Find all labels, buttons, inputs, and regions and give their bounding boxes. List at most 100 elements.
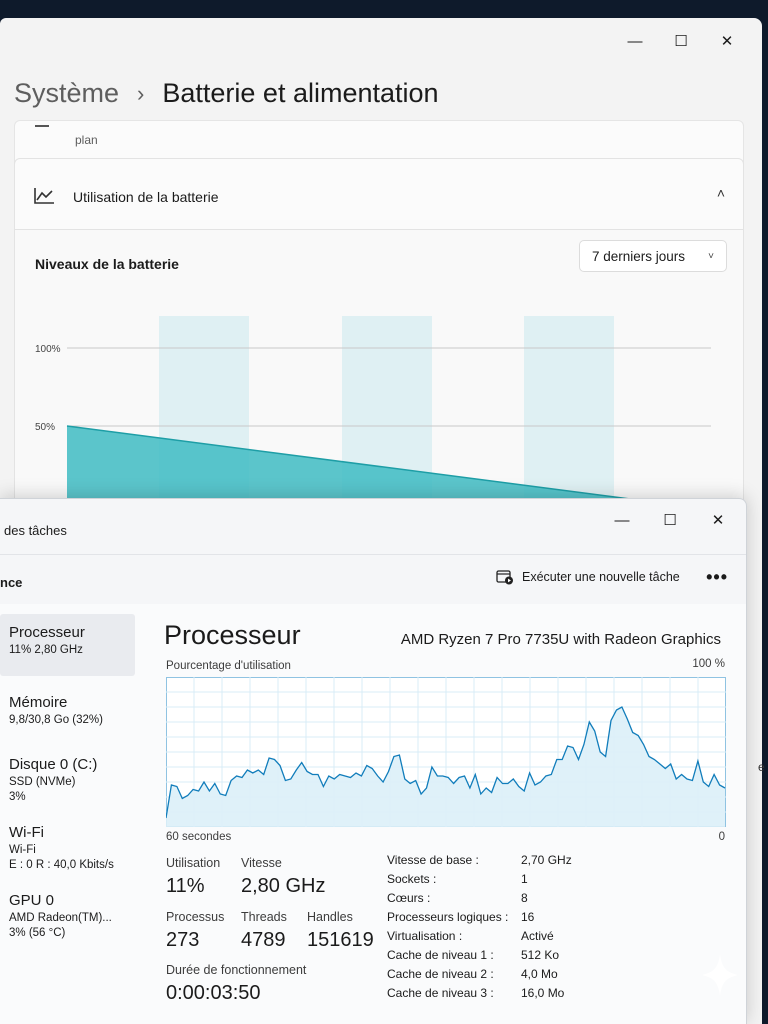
sidebar-item-name: Wi-Fi [9, 824, 44, 841]
sidebar-item-name: GPU 0 [9, 892, 55, 909]
page-label: nce [0, 575, 23, 590]
sidebar-item-disque[interactable]: Disque 0 (C:) SSD (NVMe) 3% [0, 746, 135, 812]
spec-row: Processeurs logiques : 16 [387, 907, 572, 926]
settings-window-controls: — ☐ ✕ [612, 26, 750, 56]
sparkle-icon [702, 954, 738, 996]
stat-value: 0:00:03:50 [166, 982, 261, 1004]
sidebar-item-gpu[interactable]: GPU 0 AMD Radeon(TM)... 3% (56 °C) [0, 882, 135, 948]
task-manager-toolbar: nce Exécuter une nouvelle tâche ••• [0, 554, 746, 604]
stat-label: Durée de fonctionnement [166, 963, 307, 977]
sidebar-item-detail-2: 3% (56 °C) [9, 927, 66, 939]
battery-chart-panel: Niveaux de la batterie 7 derniers jours … [14, 230, 744, 530]
card-icon [35, 121, 49, 127]
sidebar-item-detail: AMD Radeon(TM)... [9, 912, 112, 924]
chevron-up-icon[interactable]: ˄ [717, 185, 725, 201]
run-new-task-button[interactable]: Exécuter une nouvelle tâche [496, 569, 680, 585]
stat-value: 273 [166, 929, 200, 951]
spec-value: 16 [521, 909, 535, 924]
spec-row: Cache de niveau 3 : 16,0 Mo [387, 983, 572, 1002]
y-tick-label: 100% [35, 344, 61, 355]
stat-usage: Utilisation 11% [166, 856, 220, 898]
spec-key: Sockets : [387, 871, 437, 886]
spec-row: Vitesse de base : 2,70 GHz [387, 850, 572, 869]
performance-body: Processeur 11% 2,80 GHz Mémoire 9,8/30,8… [0, 604, 746, 1024]
stat-label: Handles [307, 910, 353, 924]
sidebar-item-detail: SSD (NVMe) [9, 776, 76, 788]
spec-value: 4,0 Mo [521, 966, 558, 981]
more-options-icon[interactable]: ••• [706, 567, 728, 588]
maximize-button[interactable]: ☐ [646, 505, 694, 535]
stat-value: 2,80 GHz [241, 875, 326, 897]
spec-value: 2,70 GHz [521, 852, 572, 867]
spec-value: 16,0 Mo [521, 985, 565, 1000]
stat-speed: Vitesse 2,80 GHz [241, 856, 325, 898]
stat-label: Threads [241, 910, 287, 924]
chart-line-icon [34, 188, 54, 204]
spec-value: 512 Ko [521, 947, 560, 962]
processor-title: Processeur [164, 620, 301, 650]
card-subtext: plan [75, 133, 98, 147]
task-manager-titlebar: des tâches — ☐ ✕ [0, 499, 746, 554]
task-manager-window: des tâches — ☐ ✕ nce Exécuter une nouvel… [0, 498, 747, 1024]
spec-value: 8 [521, 890, 528, 905]
spec-value: Activé [521, 928, 554, 943]
breadcrumb-separator-icon: › [137, 80, 145, 106]
graph-max-label: 100 % [692, 658, 725, 670]
stat-processes: Processus 273 [166, 910, 224, 952]
stat-label: Processus [166, 910, 225, 924]
close-button[interactable]: ✕ [694, 505, 742, 535]
spec-row: Cache de niveau 1 : 512 Ko [387, 945, 572, 964]
sidebar-item-detail-2: 3% [9, 791, 26, 803]
day-bar [524, 316, 614, 504]
battery-usage-title: Utilisation de la batterie [73, 189, 219, 205]
stat-value: 151619 [307, 929, 374, 951]
edge-text: e [758, 760, 765, 774]
processor-panel: Processeur AMD Ryzen 7 Pro 7735U with Ra… [140, 604, 747, 1024]
breadcrumb-parent[interactable]: Système [14, 78, 119, 109]
battery-usage-header[interactable]: Utilisation de la batterie ˄ [14, 158, 744, 230]
graph-label: Pourcentage d'utilisation [166, 660, 291, 672]
stat-threads: Threads 4789 [241, 910, 287, 952]
spec-key: Processeurs logiques : [387, 909, 509, 924]
page-title: Batterie et alimentation [162, 78, 439, 108]
minimize-button[interactable]: — [612, 26, 658, 56]
spec-row: Sockets : 1 [387, 869, 572, 888]
sidebar-item-wifi[interactable]: Wi-Fi Wi-Fi E : 0 R : 40,0 Kbits/s [0, 814, 135, 880]
cpu-usage-graph [166, 677, 726, 827]
spec-row: Cache de niveau 2 : 4,0 Mo [387, 964, 572, 983]
minimize-button[interactable]: — [598, 505, 646, 535]
processor-specs: Vitesse de base : 2,70 GHz Sockets : 1 Cœu… [387, 850, 572, 1002]
maximize-button[interactable]: ☐ [658, 26, 704, 56]
sidebar-item-processeur[interactable]: Processeur 11% 2,80 GHz [0, 614, 135, 676]
close-button[interactable]: ✕ [704, 26, 750, 56]
run-new-task-label: Exécuter une nouvelle tâche [522, 570, 680, 584]
spec-key: Vitesse de base : [387, 852, 479, 867]
performance-sidebar: Processeur 11% 2,80 GHz Mémoire 9,8/30,8… [0, 604, 140, 1024]
sidebar-item-detail: 11% 2,80 GHz [9, 644, 83, 656]
sidebar-item-name: Mémoire [9, 694, 68, 711]
sidebar-item-memoire[interactable]: Mémoire 9,8/30,8 Go (32%) [0, 684, 135, 746]
app-title: des tâches [4, 523, 67, 538]
stat-handles: Handles 151619 [307, 910, 374, 952]
breadcrumb: Système › Batterie et alimentation [14, 78, 439, 109]
stat-value: 11% [166, 875, 205, 897]
graph-time-span: 60 secondes [166, 831, 232, 843]
spec-key: Virtualisation : [387, 928, 463, 943]
spec-row: Virtualisation : Activé [387, 926, 572, 945]
spec-key: Cœurs : [387, 890, 431, 905]
graph-zero-label: 0 [718, 831, 725, 843]
spec-key: Cache de niveau 3 : [387, 985, 494, 1000]
spec-key: Cache de niveau 1 : [387, 947, 494, 962]
task-manager-window-controls: — ☐ ✕ [598, 505, 742, 535]
spec-row: Cœurs : 8 [387, 888, 572, 907]
spec-value: 1 [521, 871, 528, 886]
sidebar-item-name: Disque 0 (C:) [9, 756, 98, 773]
y-tick-label: 50% [35, 422, 55, 433]
stat-label: Vitesse [241, 856, 282, 870]
run-task-icon [496, 570, 513, 585]
stat-uptime: Durée de fonctionnement 0:00:03:50 [166, 963, 306, 1005]
sidebar-item-detail-2: E : 0 R : 40,0 Kbits/s [9, 859, 114, 871]
cpu-model: AMD Ryzen 7 Pro 7735U with Radeon Graphi… [400, 631, 721, 648]
spec-key: Cache de niveau 2 : [387, 966, 494, 981]
sidebar-item-name: Processeur [9, 624, 85, 641]
